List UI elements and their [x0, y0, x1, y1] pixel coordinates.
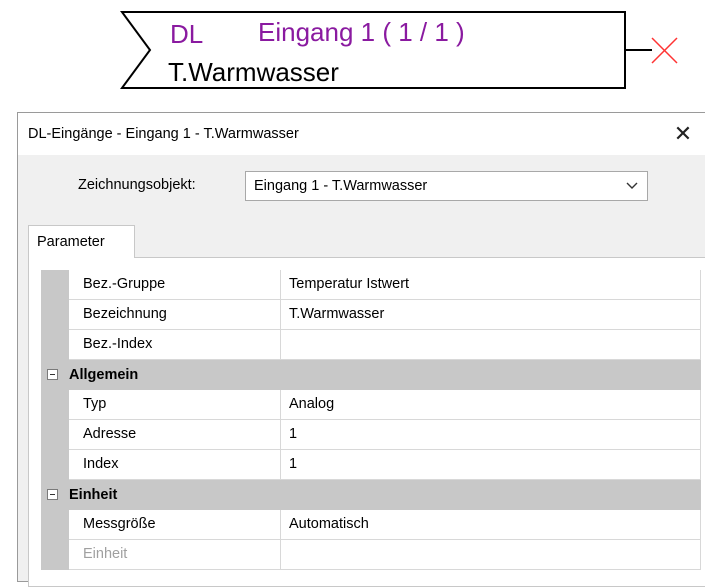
property-value[interactable]: Analog: [281, 390, 701, 420]
block-prefix: DL: [170, 19, 204, 49]
property-name: Einheit: [69, 540, 281, 570]
dl-input-block-shape: [120, 11, 678, 89]
properties-dialog: DL-Eingänge - Eingang 1 - T.Warmwasser ✕…: [17, 112, 705, 587]
property-name: Bez.-Index: [69, 330, 281, 360]
grid-property-row[interactable]: Messgröße Automatisch: [41, 510, 701, 540]
drawing-object-value: Eingang 1 - T.Warmwasser: [254, 178, 428, 194]
grid-row-margin: [41, 330, 69, 360]
grid-property-row[interactable]: Bez.-Index: [41, 330, 701, 360]
grid-property-row[interactable]: Typ Analog: [41, 390, 701, 420]
property-name: Messgröße: [69, 510, 281, 540]
unconnected-x-icon: [651, 37, 678, 64]
property-name: Index: [69, 450, 281, 480]
grid-property-row[interactable]: Adresse 1: [41, 420, 701, 450]
dl-input-block[interactable]: DL Eingang 1 ( 1 / 1 ) T.Warmwasser: [0, 0, 705, 100]
property-name: Adresse: [69, 420, 281, 450]
grid-row-margin: [41, 390, 69, 420]
collapse-icon[interactable]: [47, 369, 58, 380]
block-name: T.Warmwasser: [168, 57, 339, 87]
grid-row-margin: [41, 300, 69, 330]
grid-property-row[interactable]: Index 1: [41, 450, 701, 480]
drawing-object-select[interactable]: Eingang 1 - T.Warmwasser: [245, 171, 648, 201]
close-icon[interactable]: ✕: [663, 119, 703, 149]
grid-category-row[interactable]: Allgemein: [41, 360, 701, 390]
property-name: Typ: [69, 390, 281, 420]
parameter-panel: Bez.-Gruppe Temperatur Istwert Bezeichnung…: [28, 257, 705, 587]
grid-category-label: Allgemein: [41, 360, 701, 390]
block-title: Eingang 1 ( 1 / 1 ): [258, 17, 465, 47]
grid-row-margin: [41, 510, 69, 540]
property-value[interactable]: [281, 330, 701, 360]
grid-category-label: Einheit: [41, 480, 701, 510]
property-value: [281, 540, 701, 570]
dialog-titlebar[interactable]: DL-Eingänge - Eingang 1 - T.Warmwasser ✕: [18, 113, 705, 155]
grid-row-margin: [41, 450, 69, 480]
grid-property-row[interactable]: Bez.-Gruppe Temperatur Istwert: [41, 270, 701, 300]
chevron-down-icon: [626, 182, 638, 189]
property-value[interactable]: Temperatur Istwert: [281, 270, 701, 300]
property-name: Bez.-Gruppe: [69, 270, 281, 300]
collapse-icon[interactable]: [47, 489, 58, 500]
property-grid: Bez.-Gruppe Temperatur Istwert Bezeichnung…: [41, 270, 701, 570]
property-value[interactable]: 1: [281, 420, 701, 450]
property-value[interactable]: 1: [281, 450, 701, 480]
grid-property-row[interactable]: Bezeichnung T.Warmwasser: [41, 300, 701, 330]
grid-row-margin: [41, 540, 69, 570]
property-value[interactable]: Automatisch: [281, 510, 701, 540]
tab-parameter[interactable]: Parameter: [28, 225, 135, 258]
drawing-object-label: Zeichnungsobjekt:: [78, 177, 196, 193]
grid-property-row[interactable]: Einheit: [41, 540, 701, 570]
grid-category-row[interactable]: Einheit: [41, 480, 701, 510]
grid-row-margin: [41, 420, 69, 450]
grid-row-margin: [41, 270, 69, 300]
property-value[interactable]: T.Warmwasser: [281, 300, 701, 330]
dialog-title: DL-Eingänge - Eingang 1 - T.Warmwasser: [28, 126, 299, 142]
property-name: Bezeichnung: [69, 300, 281, 330]
